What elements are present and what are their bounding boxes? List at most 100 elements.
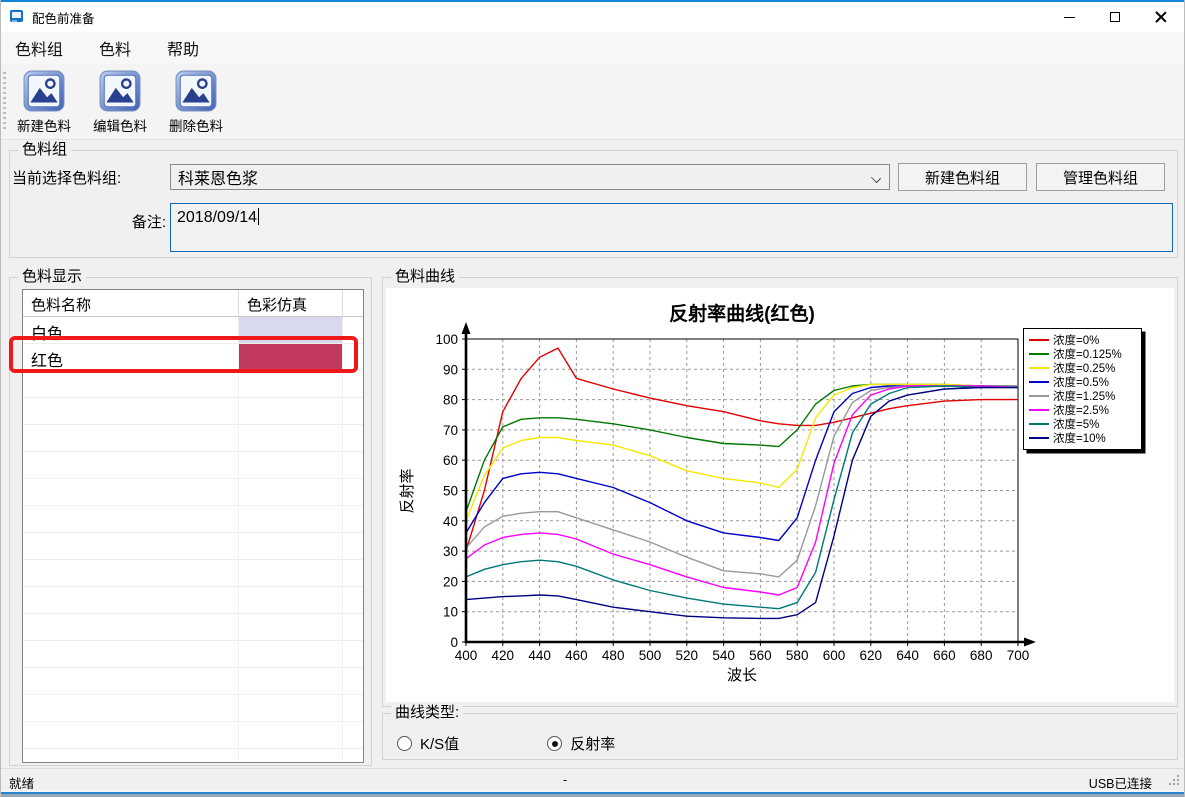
minimize-button[interactable]: [1046, 2, 1092, 32]
remark-value: 2018/09/14: [177, 209, 257, 226]
select-group-label: 当前选择色料组:: [12, 167, 166, 188]
title-bar[interactable]: 配色前准备: [1, 2, 1184, 32]
series-line: [466, 386, 1018, 609]
table-row[interactable]: [23, 695, 363, 722]
remark-input[interactable]: 2018/09/14: [170, 203, 1173, 252]
colorant-name-cell: [23, 587, 239, 613]
menu-item-2[interactable]: 帮助: [155, 32, 211, 64]
maximize-button[interactable]: [1092, 2, 1138, 32]
menu-item-0[interactable]: 色料组: [3, 32, 75, 64]
extra-cell: [343, 722, 363, 748]
extra-cell: [343, 425, 363, 451]
table-row[interactable]: [23, 506, 363, 533]
colorant-curve-title: 色料曲线: [391, 268, 459, 286]
radio-option-0[interactable]: K/S值: [397, 733, 459, 754]
highlight-annotation: [9, 336, 358, 373]
new-group-button[interactable]: 新建色料组: [898, 163, 1027, 191]
extra-cell: [343, 668, 363, 694]
svg-text:70: 70: [443, 423, 458, 438]
table-row[interactable]: [23, 641, 363, 668]
chevron-down-icon: [871, 173, 881, 183]
legend-item: 浓度=0.5%: [1029, 375, 1136, 389]
chart-title: 反射率曲线(红色): [669, 302, 815, 325]
color-swatch: [239, 668, 343, 694]
column-header-extra: [343, 290, 363, 316]
color-swatch: [239, 533, 343, 559]
colorant-name-cell: [23, 425, 239, 451]
svg-text:500: 500: [639, 648, 662, 663]
window-bottom-edge: [1, 790, 1184, 797]
table-row[interactable]: [23, 722, 363, 749]
resize-grip-icon[interactable]: [1169, 775, 1181, 787]
curve-type-title: 曲线类型:: [391, 704, 463, 722]
legend-label: 浓度=10%: [1053, 430, 1106, 446]
image-icon: [99, 70, 141, 112]
extra-cell: [343, 479, 363, 505]
status-center: -: [563, 773, 567, 787]
table-row[interactable]: [23, 533, 363, 560]
legend-line-icon: [1029, 437, 1049, 439]
extra-cell: [343, 533, 363, 559]
y-axis-label: 反射率: [399, 468, 416, 513]
svg-text:100: 100: [435, 332, 458, 347]
table-row[interactable]: [23, 560, 363, 587]
table-row[interactable]: [23, 587, 363, 614]
table-row[interactable]: [23, 749, 363, 763]
selected-colorant-group: 科莱恩色浆: [178, 165, 258, 189]
table-row[interactable]: [23, 479, 363, 506]
radio-option-1[interactable]: 反射率: [547, 733, 615, 754]
table-row[interactable]: [23, 425, 363, 452]
extra-cell: [343, 641, 363, 667]
legend-item: 浓度=2.5%: [1029, 403, 1136, 417]
svg-text:90: 90: [443, 362, 458, 377]
legend-line-icon: [1029, 423, 1049, 425]
close-button[interactable]: [1138, 2, 1184, 32]
legend-line-icon: [1029, 395, 1049, 397]
legend-item: 浓度=0%: [1029, 333, 1136, 347]
extra-cell: [343, 560, 363, 586]
toolbar-button-2[interactable]: 删除色料: [163, 70, 229, 135]
table-row[interactable]: [23, 452, 363, 479]
table-row[interactable]: [23, 398, 363, 425]
colorant-group-select[interactable]: 科莱恩色浆: [170, 164, 890, 190]
chart-legend: 浓度=0%浓度=0.125%浓度=0.25%浓度=0.5%浓度=1.25%浓度=…: [1023, 328, 1142, 450]
colorant-name-cell: [23, 398, 239, 424]
colorant-group-box: 色料组 当前选择色料组: 科莱恩色浆 新建色料组 管理色料组 备注: 2018/…: [9, 150, 1178, 258]
colorant-name-cell: [23, 452, 239, 478]
color-swatch: [239, 506, 343, 532]
extra-cell: [343, 398, 363, 424]
remark-label: 备注:: [12, 211, 166, 232]
svg-text:0: 0: [450, 635, 458, 650]
table-row[interactable]: [23, 668, 363, 695]
svg-text:10: 10: [443, 605, 458, 620]
radio-selected-icon: [547, 736, 562, 751]
colorant-name-cell: [23, 479, 239, 505]
svg-text:640: 640: [896, 648, 919, 663]
manage-group-button[interactable]: 管理色料组: [1036, 163, 1165, 191]
chart-panel: 反射率曲线(红色) 反射率 波长 40042044046048050052054…: [386, 288, 1174, 702]
svg-text:20: 20: [443, 574, 458, 589]
svg-text:400: 400: [455, 648, 478, 663]
color-swatch: [239, 641, 343, 667]
app-icon: [9, 9, 25, 25]
text-caret: [258, 208, 259, 225]
x-axis-label: 波长: [727, 667, 757, 684]
table-row[interactable]: [23, 371, 363, 398]
extra-cell: [343, 506, 363, 532]
table-row[interactable]: [23, 614, 363, 641]
table-header: 色料名称 色彩仿真: [23, 290, 363, 317]
color-swatch: [239, 560, 343, 586]
svg-text:540: 540: [712, 648, 735, 663]
menu-bar: 色料组色料帮助: [1, 32, 1184, 64]
svg-text:700: 700: [1007, 648, 1030, 663]
legend-item: 浓度=10%: [1029, 431, 1136, 445]
column-header-simulation[interactable]: 色彩仿真: [239, 290, 343, 316]
radio-icon: [397, 736, 412, 751]
toolbar-button-1[interactable]: 编辑色料: [87, 70, 153, 135]
toolbar-button-0[interactable]: 新建色料: [11, 70, 77, 135]
column-header-name[interactable]: 色料名称: [23, 290, 239, 316]
svg-text:680: 680: [970, 648, 993, 663]
legend-item: 浓度=1.25%: [1029, 389, 1136, 403]
toolbar-grip[interactable]: [3, 72, 6, 132]
menu-item-1[interactable]: 色料: [87, 32, 143, 64]
